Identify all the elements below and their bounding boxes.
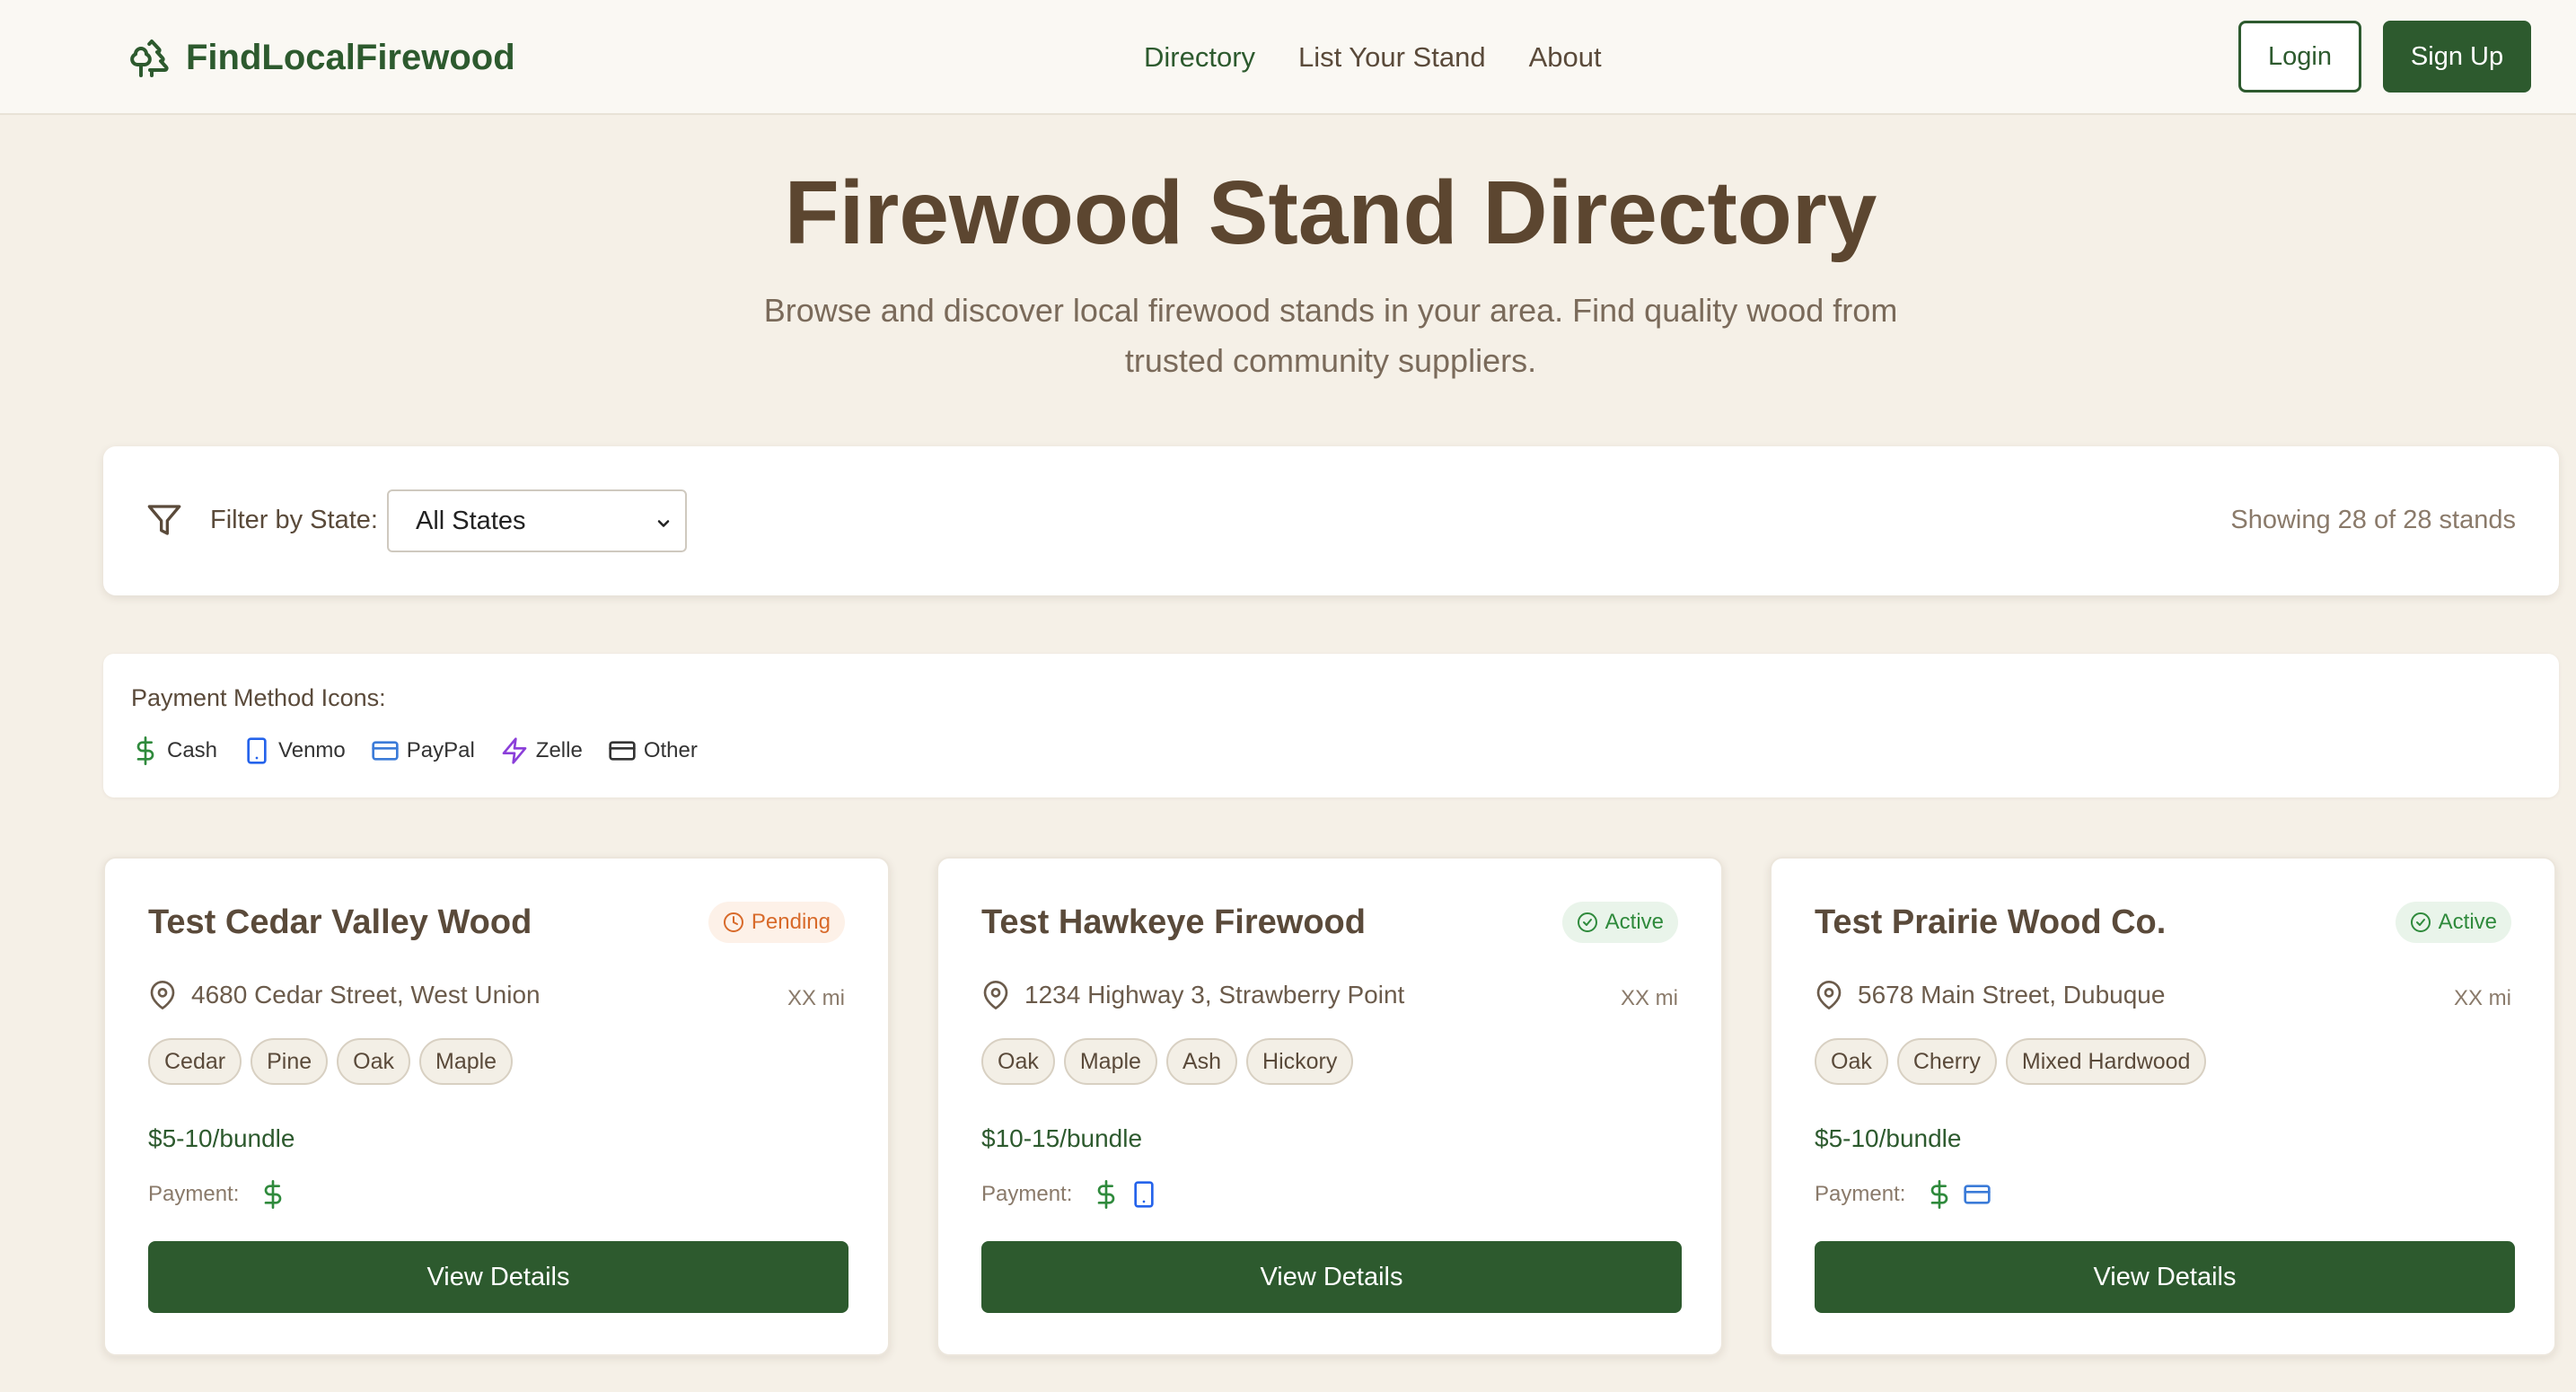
legend-label-other: Other bbox=[643, 738, 698, 762]
stand-card: Test Cedar Valley Wood Pending 4680 Ceda… bbox=[103, 857, 890, 1356]
brand-logo[interactable]: FindLocalFirewood bbox=[128, 32, 515, 83]
map-pin-icon bbox=[150, 981, 175, 1009]
stand-price: $5-10/bundle bbox=[1815, 1124, 1962, 1152]
stand-name: Test Hawkeye Firewood bbox=[981, 903, 1366, 941]
phone-icon bbox=[247, 737, 267, 764]
stand-payment: Payment: bbox=[148, 1180, 287, 1209]
legend-label-venmo: Venmo bbox=[278, 738, 346, 762]
page-subtitle-line-1: Browse and discover local firewood stand… bbox=[763, 292, 1898, 329]
map-pin-icon bbox=[1816, 981, 1842, 1009]
nav-links: Directory List Your Stand About bbox=[1144, 36, 1602, 79]
stand-address-text: 5678 Main Street, Dubuque bbox=[1858, 981, 2166, 1009]
nav-link-about[interactable]: About bbox=[1529, 41, 1602, 74]
wood-tag: Cherry bbox=[1896, 1038, 1997, 1085]
wood-tags: Oak Cherry Mixed Hardwood bbox=[1815, 1038, 2207, 1085]
legend-item-venmo: Venmo bbox=[242, 736, 346, 765]
legend-label-zelle: Zelle bbox=[535, 738, 583, 762]
wood-tag: Oak bbox=[1815, 1038, 1888, 1085]
wood-tags: Oak Maple Ash Hickory bbox=[981, 1038, 1354, 1085]
wood-tag: Maple bbox=[1063, 1038, 1157, 1085]
page-title: Firewood Stand Directory bbox=[784, 163, 1877, 263]
wood-tag: Oak bbox=[981, 1038, 1055, 1085]
wood-tag: Maple bbox=[419, 1038, 514, 1085]
state-select-value: All States bbox=[416, 506, 526, 535]
legend-item-other: Other bbox=[608, 736, 698, 765]
status-badge-label: Active bbox=[2438, 910, 2497, 934]
wood-tag: Pine bbox=[251, 1038, 329, 1085]
stand-distance: XX mi bbox=[787, 986, 845, 1010]
stand-address: 5678 Main Street, Dubuque bbox=[1815, 981, 2165, 1009]
stand-payment: Payment: bbox=[1815, 1180, 1991, 1209]
legend-item-paypal: PayPal bbox=[371, 736, 475, 765]
view-details-button[interactable]: View Details bbox=[1815, 1241, 2515, 1313]
payment-label: Payment: bbox=[1815, 1182, 1906, 1206]
legend-item-cash: Cash bbox=[131, 736, 217, 765]
stand-price: $5-10/bundle bbox=[148, 1124, 295, 1152]
stand-distance: XX mi bbox=[1620, 986, 1678, 1010]
login-button[interactable]: Login bbox=[2238, 21, 2361, 93]
brand-name: FindLocalFirewood bbox=[186, 37, 515, 77]
legend-item-zelle: Zelle bbox=[500, 736, 583, 765]
stand-name: Test Cedar Valley Wood bbox=[148, 903, 532, 941]
nav-link-directory[interactable]: Directory bbox=[1144, 41, 1255, 74]
top-nav: FindLocalFirewood Directory List Your St… bbox=[0, 0, 2576, 115]
dollar-icon bbox=[1931, 1180, 1948, 1209]
payment-legend: Payment Method Icons: Cash Venmo PayPal … bbox=[103, 654, 2559, 797]
payment-label: Payment: bbox=[148, 1182, 240, 1206]
chevron-down-icon bbox=[657, 520, 670, 527]
stand-distance: XX mi bbox=[2453, 986, 2511, 1010]
card-icon bbox=[1964, 1185, 1991, 1204]
nav-link-list-your-stand[interactable]: List Your Stand bbox=[1298, 41, 1486, 74]
filter-state-label: Filter by State: bbox=[210, 506, 378, 534]
page-subtitle: Browse and discover local firewood stand… bbox=[743, 286, 1918, 386]
dollar-icon bbox=[136, 736, 154, 765]
filter-icon bbox=[147, 505, 181, 535]
stand-card: Test Hawkeye Firewood Active 1234 Highwa… bbox=[936, 857, 1723, 1356]
stand-address-text: 4680 Cedar Street, West Union bbox=[191, 981, 541, 1009]
view-details-button[interactable]: View Details bbox=[148, 1241, 848, 1313]
bolt-icon bbox=[502, 737, 527, 764]
legend-label-paypal: PayPal bbox=[406, 738, 475, 762]
map-pin-icon bbox=[983, 981, 1008, 1009]
wood-tag: Cedar bbox=[148, 1038, 242, 1085]
phone-icon bbox=[1134, 1181, 1155, 1208]
results-count: Showing 28 of 28 stands bbox=[2230, 506, 2516, 534]
check-circle-icon bbox=[2410, 912, 2431, 932]
status-badge-label: Pending bbox=[751, 910, 831, 934]
tree-icon bbox=[130, 40, 169, 77]
wood-tag: Hickory bbox=[1246, 1038, 1354, 1085]
wood-tag: Mixed Hardwood bbox=[2005, 1038, 2207, 1085]
dollar-icon bbox=[265, 1180, 282, 1209]
check-circle-icon bbox=[1577, 912, 1597, 932]
page-subtitle-line-2: trusted community suppliers. bbox=[1124, 342, 1537, 379]
filter-panel: Filter by State: All States Showing 28 o… bbox=[103, 446, 2559, 595]
stand-price: $10-15/bundle bbox=[981, 1124, 1143, 1152]
status-badge: Active bbox=[2395, 902, 2511, 943]
legend-label-cash: Cash bbox=[167, 738, 218, 762]
stand-payment: Payment: bbox=[981, 1180, 1158, 1209]
stand-address: 1234 Highway 3, Strawberry Point bbox=[981, 981, 1404, 1009]
card-icon bbox=[372, 741, 399, 761]
payment-legend-title: Payment Method Icons: bbox=[131, 684, 386, 711]
status-badge-label: Active bbox=[1605, 910, 1664, 934]
clock-icon bbox=[723, 912, 743, 932]
card-icon bbox=[609, 741, 636, 761]
status-badge: Active bbox=[1561, 902, 1678, 943]
wood-tag: Ash bbox=[1165, 1038, 1238, 1085]
wood-tags: Cedar Pine Oak Maple bbox=[148, 1038, 514, 1085]
stand-card: Test Prairie Wood Co. Active 5678 Main S… bbox=[1770, 857, 2556, 1356]
state-select[interactable]: All States bbox=[387, 489, 687, 552]
stand-name: Test Prairie Wood Co. bbox=[1815, 903, 2167, 941]
wood-tag: Oak bbox=[337, 1038, 410, 1085]
signup-button[interactable]: Sign Up bbox=[2383, 21, 2531, 93]
view-details-button[interactable]: View Details bbox=[981, 1241, 1682, 1313]
dollar-icon bbox=[1098, 1180, 1115, 1209]
stand-address-text: 1234 Highway 3, Strawberry Point bbox=[1024, 981, 1405, 1009]
payment-label: Payment: bbox=[981, 1182, 1073, 1206]
payment-legend-items: Cash Venmo PayPal Zelle Other bbox=[131, 736, 698, 765]
status-badge: Pending bbox=[708, 902, 845, 943]
stand-address: 4680 Cedar Street, West Union bbox=[148, 981, 541, 1009]
